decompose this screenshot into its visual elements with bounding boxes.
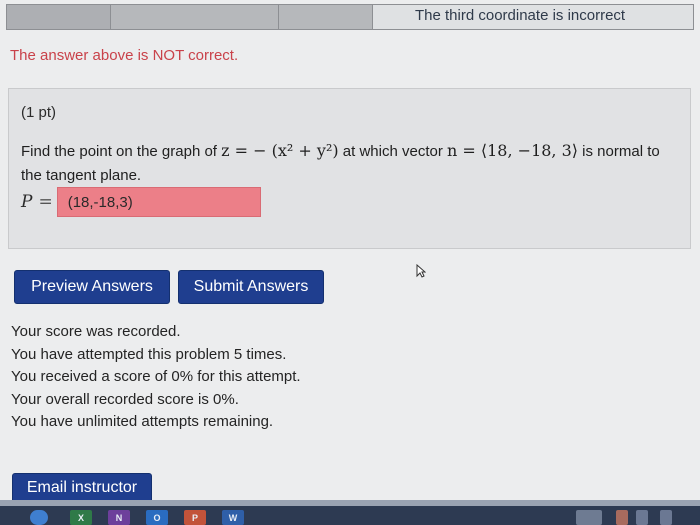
keyboard-icon[interactable] <box>576 510 602 525</box>
question-text-before: Find the point on the graph of <box>21 143 222 160</box>
math-surface-equation: z = − (x² + y²) <box>221 141 339 160</box>
taskbar-top-strip <box>0 500 700 506</box>
score-message: Your overall recorded score is 0%. <box>11 390 239 408</box>
score-message: You have attempted this problem 5 times. <box>11 345 287 363</box>
answer-equals: = <box>38 192 53 212</box>
question-text-middle: at which vector <box>338 143 447 160</box>
webwork-page: The third coordinate is incorrect The an… <box>0 0 700 525</box>
score-messages: Your score was recorded. You have attemp… <box>11 321 301 434</box>
answer-row: P = <box>21 187 261 217</box>
error-message: The answer above is NOT correct. <box>10 47 239 64</box>
results-cell-preview <box>111 5 279 29</box>
tray-network-icon[interactable] <box>636 510 648 525</box>
tray-app-icon[interactable] <box>616 510 628 525</box>
tray-volume-icon[interactable] <box>660 510 672 525</box>
powerpoint-icon[interactable]: P <box>184 510 206 525</box>
problem-points: (1 pt) <box>21 104 57 121</box>
mouse-cursor-icon <box>416 264 426 278</box>
math-normal-vector: n = ⟨18, −18, 3⟩ <box>447 141 579 160</box>
preview-answers-button[interactable]: Preview Answers <box>14 270 170 304</box>
windows-taskbar: X N O P W <box>0 500 700 525</box>
results-cell-message: The third coordinate is incorrect <box>373 5 693 29</box>
answer-label: P <box>21 192 33 212</box>
answer-input[interactable] <box>56 187 261 217</box>
score-message: You received a score of 0% for this atte… <box>11 368 301 385</box>
submit-answers-button[interactable]: Submit Answers <box>178 270 324 304</box>
score-message: Your score was recorded. <box>11 323 181 340</box>
onenote-icon[interactable]: N <box>108 510 130 525</box>
score-message: You have unlimited attempts remaining. <box>11 413 274 430</box>
results-cell-entered <box>7 5 111 29</box>
results-cell-result <box>279 5 373 29</box>
results-table-bar: The third coordinate is incorrect <box>6 4 694 30</box>
word-icon[interactable]: W <box>222 510 244 525</box>
results-message: The third coordinate is incorrect <box>415 7 626 24</box>
problem-box: (1 pt) Find the point on the graph of z … <box>8 88 691 249</box>
outlook-icon[interactable]: O <box>146 510 168 525</box>
email-instructor-button[interactable]: Email instructor <box>12 473 152 503</box>
windows-start-icon[interactable] <box>30 510 48 525</box>
excel-icon[interactable]: X <box>70 510 92 525</box>
problem-question: Find the point on the graph of z = − (x²… <box>21 139 681 188</box>
